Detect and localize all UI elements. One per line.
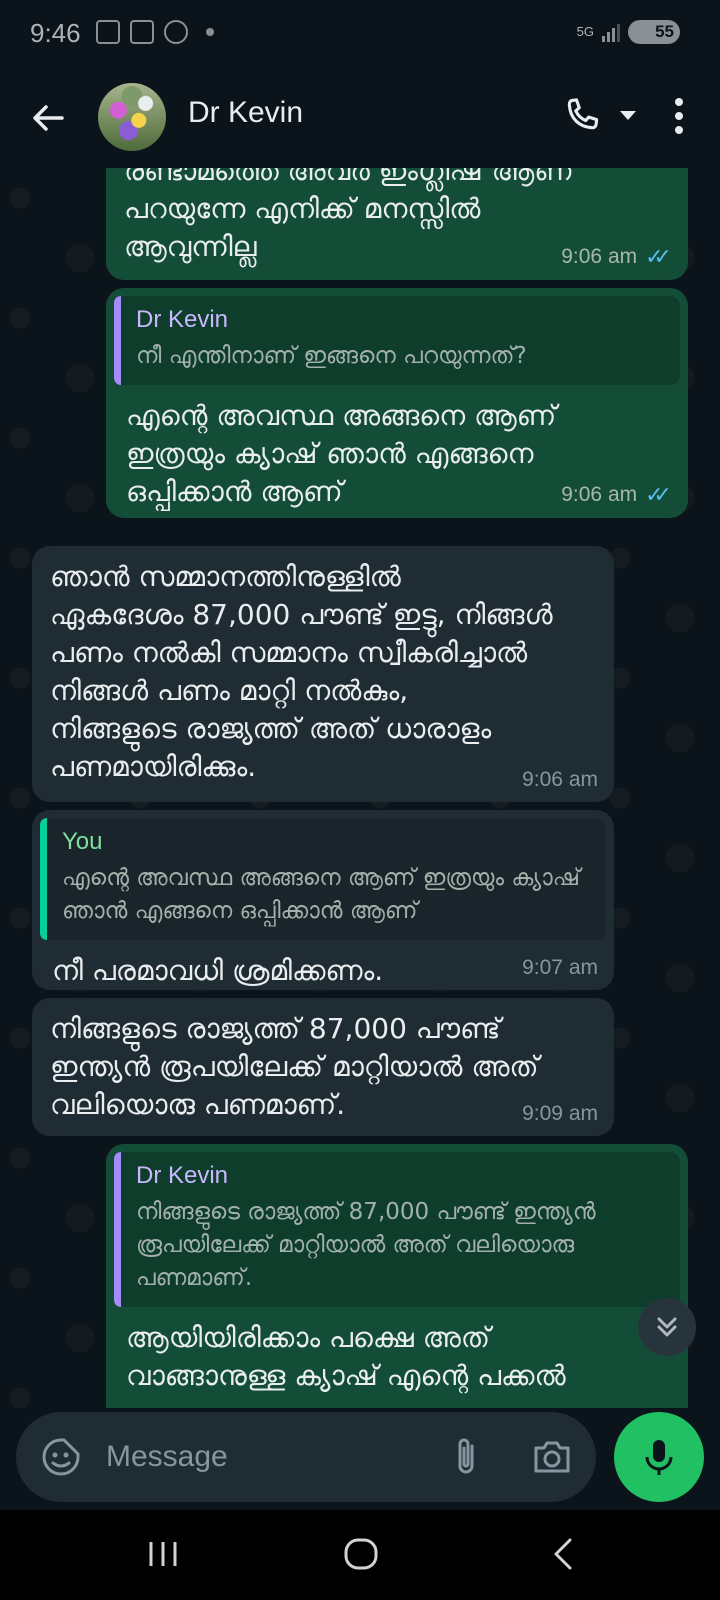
sticker-button[interactable] bbox=[40, 1436, 82, 1478]
outgoing-message[interactable]: രണ്ടാമത്തെ അവർ ഇംഗ്ലീഷ് ആണ് പറയുന്നേ എനി… bbox=[106, 168, 688, 280]
quote-text: നിങ്ങളുടെ രാജ്യത്ത് 87,000 പൗണ്ട് ഇന്ത്യ… bbox=[136, 1199, 596, 1291]
message-text: നിങ്ങളുടെ രാജ്യത്ത് 87,000 പൗണ്ട് ഇന്ത്യ… bbox=[50, 1012, 539, 1121]
sticker-icon bbox=[42, 1438, 80, 1476]
microphone-icon bbox=[645, 1440, 673, 1475]
system-navigation-bar bbox=[0, 1510, 720, 1600]
incoming-message[interactable]: You എന്റെ അവസ്ഥ അങ്ങനെ ആണ് ഇത്രയും ക്യാഷ… bbox=[32, 810, 614, 990]
message-meta: 9:07 am bbox=[522, 956, 598, 980]
quote-author: Dr Kevin bbox=[136, 306, 229, 333]
message-text: നീ പരമാവധി ശ്രമിക്കണം. bbox=[52, 954, 384, 987]
vpn-icon bbox=[164, 20, 188, 44]
more-vertical-icon bbox=[675, 98, 683, 134]
outgoing-message[interactable]: Dr Kevin നീ എന്തിനാണ് ഇങ്ങനെ പറയുന്നത്? … bbox=[106, 288, 688, 518]
phone-icon bbox=[567, 98, 599, 130]
recents-icon bbox=[149, 1542, 177, 1566]
system-back-button[interactable] bbox=[550, 1532, 576, 1576]
scroll-to-bottom-button[interactable] bbox=[638, 1298, 696, 1356]
message-input[interactable] bbox=[106, 1432, 406, 1482]
message-time: 9:06 am bbox=[522, 768, 598, 791]
recent-apps-button[interactable] bbox=[145, 1532, 181, 1576]
message-meta: 9:06 am bbox=[522, 768, 598, 792]
message-text: ഞാൻ സമ്മാനത്തിനുള്ളിൽ ഏകദേശം 87,000 പൗണ്… bbox=[50, 560, 553, 783]
attach-button[interactable] bbox=[446, 1434, 486, 1480]
message-composer bbox=[16, 1412, 596, 1502]
status-bar: 9:46 5G 55 bbox=[0, 0, 720, 68]
voice-message-button[interactable] bbox=[614, 1412, 704, 1502]
battery-level: 55 bbox=[655, 22, 674, 41]
incoming-message[interactable]: ഞാൻ സമ്മാനത്തിനുള്ളിൽ ഏകദേശം 87,000 പൗണ്… bbox=[32, 546, 614, 802]
paperclip-icon bbox=[458, 1438, 474, 1474]
quote-text: നീ എന്തിനാണ് ഇങ്ങനെ പറയുന്നത്? bbox=[136, 343, 527, 369]
double-chevron-down-icon bbox=[657, 1317, 677, 1337]
status-time: 9:46 bbox=[30, 18, 81, 48]
incoming-message[interactable]: നിങ്ങളുടെ രാജ്യത്ത് 87,000 പൗണ്ട് ഇന്ത്യ… bbox=[32, 998, 614, 1136]
message-text: ആയിയിരിക്കാം പക്ഷെ അത് വാങ്ങാനുള്ള ക്യാഷ… bbox=[126, 1321, 566, 1392]
home-button[interactable] bbox=[342, 1534, 380, 1574]
gallery-icon bbox=[130, 20, 154, 44]
back-button[interactable] bbox=[28, 98, 68, 138]
quoted-reply[interactable]: Dr Kevin നീ എന്തിനാണ് ഇങ്ങനെ പറയുന്നത്? bbox=[114, 296, 680, 385]
network-type: 5G bbox=[576, 24, 594, 39]
camera-icon bbox=[534, 1441, 570, 1473]
contact-name[interactable]: Dr Kevin bbox=[188, 96, 303, 130]
chat-header: Dr Kevin bbox=[0, 68, 720, 168]
battery-indicator: 55 bbox=[628, 20, 680, 44]
signal-icon bbox=[602, 22, 620, 42]
caret-down-icon bbox=[620, 111, 636, 120]
outgoing-message[interactable]: Dr Kevin നിങ്ങളുടെ രാജ്യത്ത് 87,000 പൗണ്… bbox=[106, 1144, 688, 1408]
message-meta: 9:06 am ✓✓ bbox=[561, 244, 672, 270]
quote-author: You bbox=[62, 828, 103, 855]
message-time: 9:07 am bbox=[522, 956, 598, 979]
contact-avatar[interactable] bbox=[98, 83, 166, 151]
message-meta: 9:06 am ✓✓ bbox=[561, 482, 672, 508]
read-receipt-icon: ✓✓ bbox=[645, 482, 672, 507]
quoted-reply[interactable]: You എന്റെ അവസ്ഥ അങ്ങനെ ആണ് ഇത്രയും ക്യാഷ… bbox=[40, 818, 606, 940]
message-time: 9:09 am bbox=[522, 1102, 598, 1125]
status-system-icons: 5G 55 bbox=[577, 20, 680, 44]
call-options-dropdown[interactable] bbox=[618, 108, 638, 122]
quote-text: എന്റെ അവസ്ഥ അങ്ങനെ ആണ് ഇത്രയും ക്യാഷ് ഞാ… bbox=[62, 865, 580, 924]
message-meta: 9:09 am bbox=[522, 1102, 598, 1126]
message-time: 9:06 am bbox=[561, 483, 638, 506]
message-list[interactable]: രണ്ടാമത്തെ അവർ ഇംഗ്ലീഷ് ആണ് പറയുന്നേ എനി… bbox=[0, 168, 720, 1408]
arrow-left-icon bbox=[33, 105, 64, 131]
screenshot-icon bbox=[96, 20, 120, 44]
chevron-left-icon bbox=[554, 1538, 572, 1570]
quote-author: Dr Kevin bbox=[136, 1162, 229, 1189]
status-notification-icons bbox=[96, 20, 214, 44]
notification-dot-icon bbox=[206, 28, 214, 36]
home-icon bbox=[344, 1538, 378, 1570]
more-options-button[interactable] bbox=[664, 94, 694, 138]
message-time: 9:06 am bbox=[561, 245, 638, 268]
quoted-reply[interactable]: Dr Kevin നിങ്ങളുടെ രാജ്യത്ത് 87,000 പൗണ്… bbox=[114, 1152, 680, 1307]
camera-button[interactable] bbox=[530, 1436, 574, 1478]
voice-call-button[interactable] bbox=[560, 94, 604, 138]
read-receipt-icon: ✓✓ bbox=[645, 244, 672, 269]
